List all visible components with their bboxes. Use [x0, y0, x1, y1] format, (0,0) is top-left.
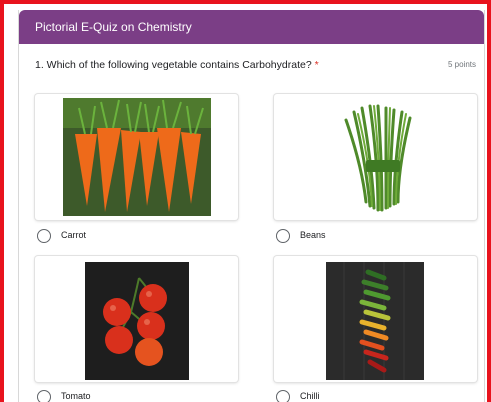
option-chilli-image-card[interactable]	[274, 256, 477, 382]
option-tomato-image-card[interactable]	[35, 256, 238, 382]
carrot-image	[63, 98, 211, 216]
question-row: 1. Which of the following vegetable cont…	[19, 44, 484, 84]
option-carrot-radio[interactable]	[37, 229, 51, 243]
tomato-image	[85, 262, 189, 380]
option-tomato-radio[interactable]	[37, 390, 51, 402]
form-card: Pictorial E-Quiz on Chemistry 1. Which o…	[18, 10, 485, 402]
option-chilli-label: Chilli	[300, 391, 320, 401]
option-chilli-radio[interactable]	[276, 390, 290, 402]
question-text: 1. Which of the following vegetable cont…	[35, 59, 319, 71]
form-title: Pictorial E-Quiz on Chemistry	[35, 20, 192, 34]
form-header: Pictorial E-Quiz on Chemistry	[19, 10, 484, 44]
option-beans-label: Beans	[300, 230, 326, 240]
beans-image	[344, 104, 412, 212]
option-carrot-image-card[interactable]	[35, 94, 238, 220]
points-label: 5 points	[447, 60, 476, 69]
option-beans-image-card[interactable]	[274, 94, 477, 220]
question-label: 1. Which of the following vegetable cont…	[35, 59, 312, 71]
option-beans-radio[interactable]	[276, 229, 290, 243]
option-carrot-label: Carrot	[61, 230, 87, 240]
required-asterisk: *	[314, 59, 319, 71]
chilli-image	[326, 262, 424, 380]
option-tomato-label: Tomato	[61, 391, 91, 401]
